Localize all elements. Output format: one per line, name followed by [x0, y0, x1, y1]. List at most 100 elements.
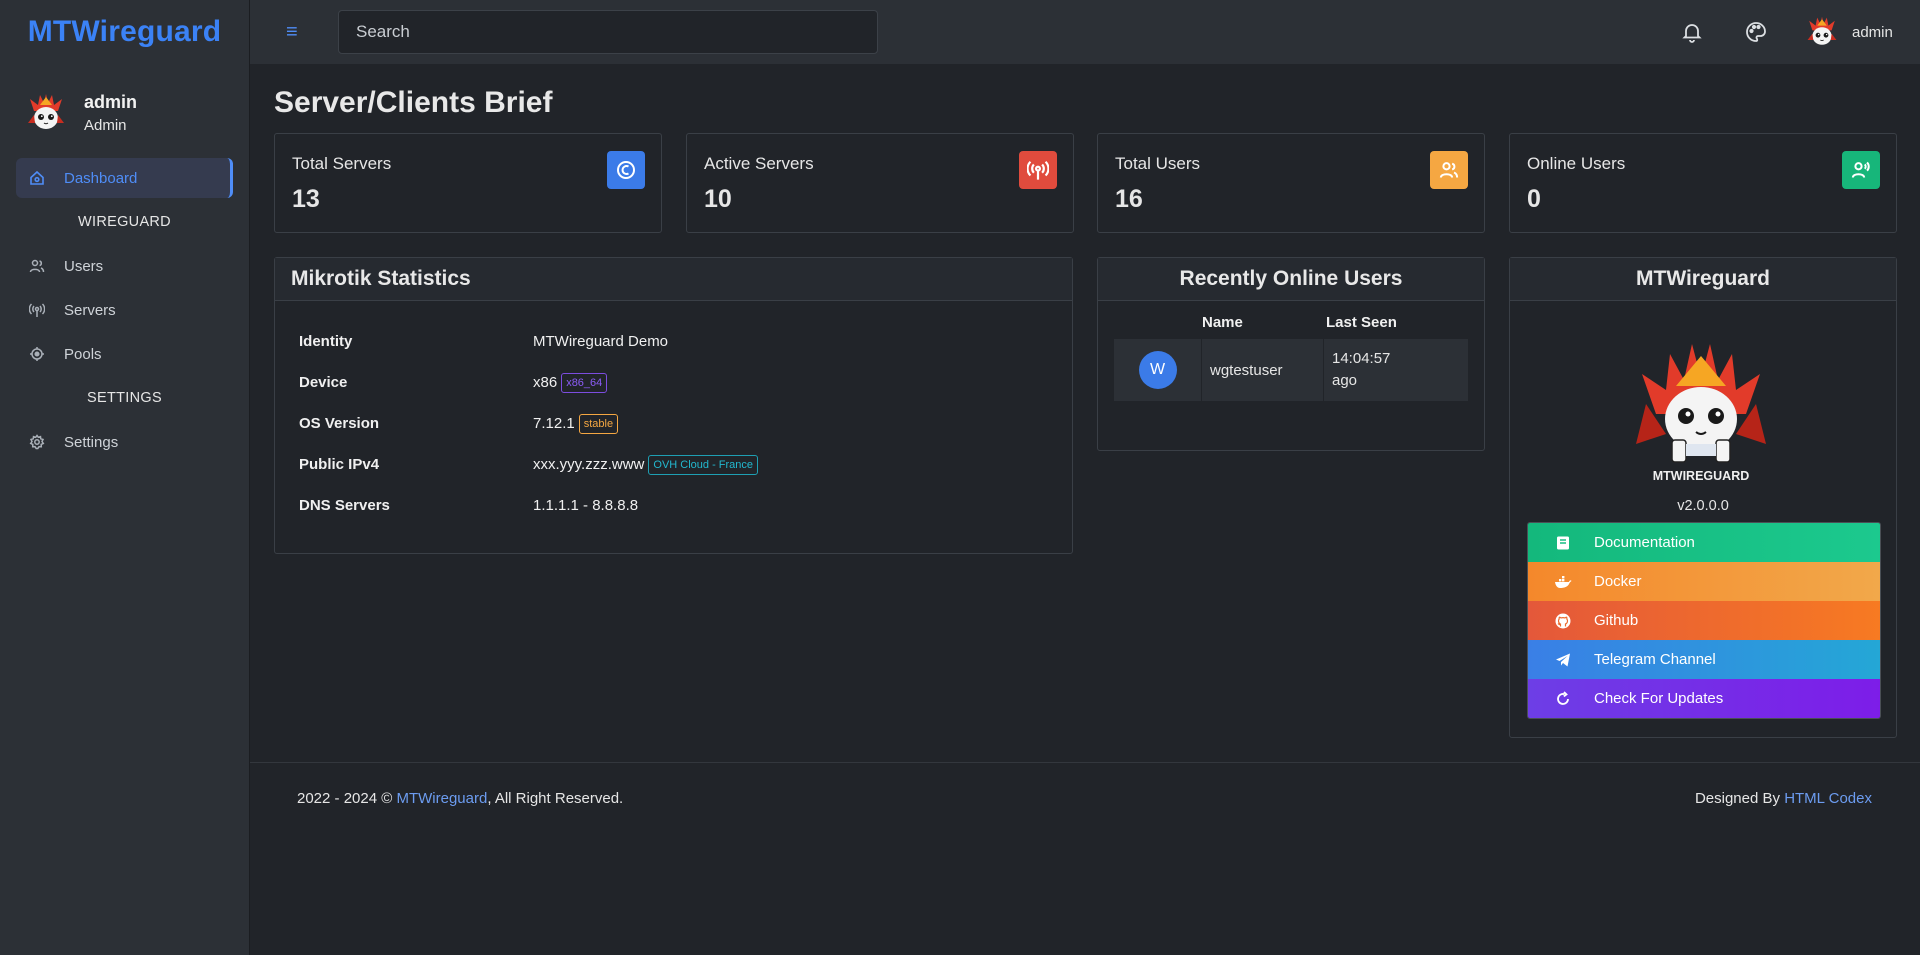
stat-value: 0	[1527, 185, 1541, 213]
sidebar-item-label: Settings	[64, 433, 119, 451]
topbar: ≡ admin	[250, 0, 1920, 64]
gear-icon	[28, 433, 46, 451]
arch-badge: x86_64	[561, 372, 608, 393]
docker-icon	[1554, 573, 1572, 591]
stat-value: 16	[1115, 185, 1143, 213]
users-icon	[1430, 151, 1468, 189]
stat-label: Total Users	[1115, 154, 1201, 173]
avatar	[26, 93, 66, 133]
user-name: wgtestuser	[1202, 339, 1324, 401]
menu-toggle-icon[interactable]: ≡	[286, 22, 298, 42]
footer-credit: Designed By HTML Codex	[1695, 790, 1872, 807]
provider-badge: OVH Cloud - France	[648, 454, 759, 475]
about-card: MTWireguard MTWIREGUARD v2.0.0.0 Documen…	[1509, 257, 1897, 738]
column-header-name: Name	[1202, 314, 1243, 331]
telegram-icon	[1554, 651, 1572, 669]
stat-card-total-users: Total Users 16	[1097, 133, 1485, 233]
row-value: 7.12.1	[533, 415, 575, 432]
sidebar-item-label: Dashboard	[64, 169, 138, 187]
mtwireguard-logo: MTWIREGUARD	[1636, 344, 1766, 483]
footer-years: 2022 - 2024 ©	[297, 790, 393, 807]
stat-label: Online Users	[1527, 154, 1626, 173]
column-header-last-seen: Last Seen	[1326, 314, 1397, 331]
search-input[interactable]	[338, 10, 878, 54]
nav-section-settings: SETTINGS	[87, 390, 162, 406]
sidebar-item-label: Pools	[64, 345, 102, 363]
sidebar-item-users[interactable]: Users	[16, 246, 233, 286]
logo-wordmark: MTWIREGUARD	[1653, 469, 1750, 483]
user-menu[interactable]: admin	[1806, 16, 1893, 48]
footer-designed-by: Designed By	[1694, 790, 1781, 807]
check-for-updates-button[interactable]: Check For Updates	[1528, 679, 1880, 718]
mikrotik-table: Identity MTWireguard Demo Device x86 x86_…	[275, 301, 1072, 526]
profile-name: admin	[84, 92, 138, 112]
book-icon	[1554, 534, 1572, 552]
table-row: Identity MTWireguard Demo	[299, 321, 1072, 362]
sidebar-item-settings[interactable]: Settings	[16, 422, 233, 462]
row-value: 1.1.1.1 - 8.8.8.8	[533, 497, 639, 514]
table-row: OS Version 7.12.1 stable	[299, 403, 1072, 444]
last-seen-time: 14:04:57	[1332, 350, 1391, 367]
stat-value: 10	[704, 185, 732, 213]
user-initial-avatar: W	[1138, 351, 1177, 389]
broadcast-icon	[28, 301, 46, 319]
about-links: Documentation Docker Github Telegram Cha…	[1527, 522, 1881, 719]
channel-badge: stable	[578, 413, 619, 434]
github-icon	[1554, 612, 1572, 630]
link-label: Check For Updates	[1594, 690, 1724, 707]
pool-icon	[28, 345, 46, 363]
table-row[interactable]: W wgtestuser 14:04:57 ago	[1114, 339, 1468, 401]
github-link[interactable]: Github	[1528, 601, 1880, 640]
sidebar-item-pools[interactable]: Pools	[16, 334, 233, 374]
footer-copyright: 2022 - 2024 © MTWireguard, All Right Res…	[297, 790, 623, 807]
stat-value: 13	[292, 185, 320, 213]
table-row: DNS Servers 1.1.1.1 - 8.8.8.8	[299, 485, 1072, 526]
link-label: Github	[1594, 612, 1639, 629]
sidebar-profile: admin Admin	[0, 64, 249, 134]
telegram-channel-link[interactable]: Telegram Channel	[1528, 640, 1880, 679]
card-title: MTWireguard	[1510, 258, 1896, 301]
brand-logo[interactable]: MTWireguard	[0, 0, 249, 64]
mikrotik-statistics-card: Mikrotik Statistics Identity MTWireguard…	[274, 257, 1073, 554]
card-title: Recently Online Users	[1098, 258, 1484, 301]
last-seen-suffix: ago	[1332, 372, 1358, 389]
card-title: Mikrotik Statistics	[275, 258, 1072, 301]
sidebar: MTWireguard admin Admin Dashboard WIREGU…	[0, 0, 250, 955]
refresh-icon	[1554, 690, 1572, 708]
stat-card-total-servers: Total Servers 13	[274, 133, 662, 233]
palette-icon[interactable]	[1744, 20, 1768, 44]
stat-card-active-servers: Active Servers 10	[686, 133, 1074, 233]
row-key: Public IPv4	[299, 456, 380, 473]
profile-role: Admin	[84, 117, 127, 134]
footer-brand-link[interactable]: MTWireguard	[396, 790, 487, 807]
table-row: Device x86 x86_64	[299, 362, 1072, 403]
avatar	[1806, 16, 1838, 48]
footer-rights: , All Right Reserved.	[487, 790, 624, 807]
row-value: x86	[533, 374, 558, 391]
row-key: OS Version	[299, 415, 380, 432]
stat-card-online-users: Online Users 0	[1509, 133, 1897, 233]
footer-divider	[250, 762, 1920, 763]
page-title: Server/Clients Brief	[274, 86, 553, 119]
table-row: Public IPv4 xxx.yyy.zzz.www OVH Cloud - F…	[299, 444, 1072, 485]
stat-label: Total Servers	[292, 154, 392, 173]
clock-icon	[607, 151, 645, 189]
sidebar-nav: Dashboard WIREGUARD Users Servers Pools …	[0, 158, 249, 462]
row-value: MTWireguard Demo	[533, 333, 669, 350]
sidebar-item-label: Users	[64, 257, 104, 275]
broadcast-icon	[1019, 151, 1057, 189]
bell-icon[interactable]	[1680, 20, 1704, 44]
row-key: Device	[299, 374, 348, 391]
footer-designer-link[interactable]: HTML Codex	[1784, 790, 1872, 807]
sidebar-item-servers[interactable]: Servers	[16, 290, 233, 330]
row-value: xxx.yyy.zzz.www	[533, 456, 645, 473]
docker-link[interactable]: Docker	[1528, 562, 1880, 601]
documentation-link[interactable]: Documentation	[1528, 523, 1880, 562]
recently-online-users-card: Recently Online Users Name Last Seen W w…	[1097, 257, 1485, 451]
link-label: Documentation	[1594, 534, 1695, 551]
user-voice-icon	[1842, 151, 1880, 189]
last-seen: 14:04:57 ago	[1324, 348, 1390, 392]
sidebar-item-dashboard[interactable]: Dashboard	[16, 158, 233, 198]
app-version: v2.0.0.0	[1677, 498, 1729, 514]
row-key: Identity	[299, 333, 353, 350]
